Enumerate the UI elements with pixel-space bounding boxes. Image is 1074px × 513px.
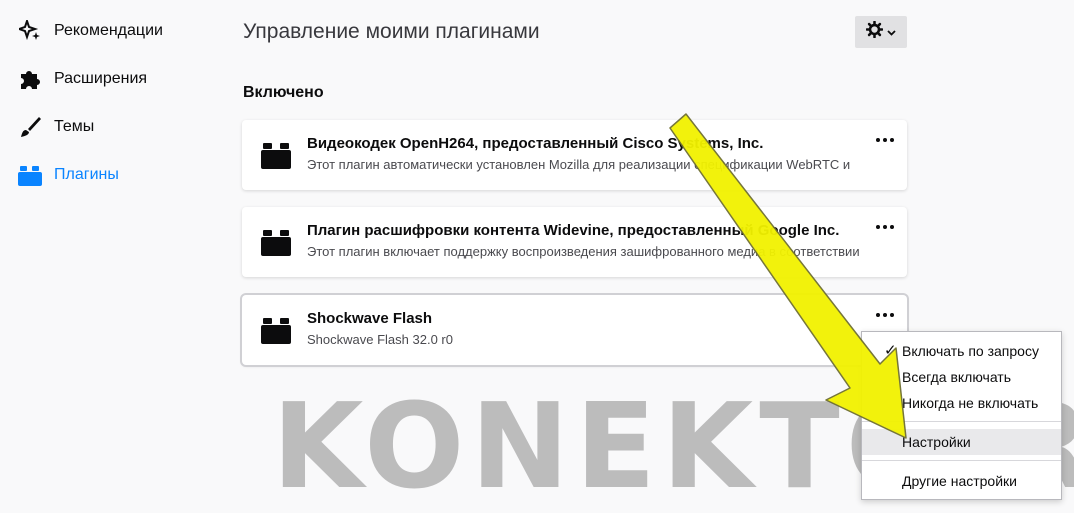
sidebar: Рекомендации Расширения Темы Плагины [0,0,220,513]
sidebar-item-label: Плагины [54,166,119,183]
menu-item-ask-to-activate[interactable]: ✓ Включать по запросу [862,338,1061,364]
brush-icon [18,115,42,139]
plugin-icon [18,163,42,187]
menu-item-more-settings[interactable]: Другие настройки [862,468,1061,494]
gear-icon [865,20,884,43]
more-options-button[interactable] [875,132,895,148]
sparkle-icon [18,19,42,43]
tools-menu-button[interactable] [855,16,907,48]
sidebar-item-extensions[interactable]: Расширения [18,64,147,94]
plugin-name: Shockwave Flash [307,310,433,327]
page-title: Управление моими плагинами [243,20,540,43]
plugin-name: Видеокодек OpenH264, предоставленный Cis… [307,135,764,152]
menu-item-never-activate[interactable]: Никогда не включать [862,390,1061,416]
plugin-card[interactable]: Видеокодек OpenH264, предоставленный Cis… [242,120,907,190]
menu-separator [862,421,1061,422]
sidebar-item-recommendations[interactable]: Рекомендации [18,16,163,46]
checkmark-icon: ✓ [884,342,897,359]
plugin-description: Этот плагин автоматически установлен Moz… [307,157,851,172]
menu-item-settings[interactable]: Настройки [862,429,1061,455]
plugin-description: Shockwave Flash 32.0 r0 [307,332,453,347]
sidebar-item-plugins[interactable]: Плагины [18,160,119,190]
sidebar-item-label: Темы [54,118,95,135]
chevron-down-icon [887,23,896,41]
menu-item-always-activate[interactable]: Всегда включать [862,364,1061,390]
sidebar-item-label: Рекомендации [54,22,163,39]
plugin-card[interactable]: Shockwave Flash Shockwave Flash 32.0 r0 [242,295,907,365]
puzzle-icon [18,67,42,91]
sidebar-item-themes[interactable]: Темы [18,112,94,142]
sidebar-item-label: Расширения [54,70,148,87]
plugin-card[interactable]: Плагин расшифровки контента Widevine, пр… [242,207,907,277]
plugin-icon [261,230,291,256]
plugin-name: Плагин расшифровки контента Widevine, пр… [307,222,840,239]
more-options-button[interactable] [875,219,895,235]
plugin-icon [261,318,291,344]
section-heading-enabled: Включено [243,84,324,101]
plugin-options-menu: ✓ Включать по запросу Всегда включать Ни… [861,331,1062,500]
plugin-description: Этот плагин включает поддержку воспроизв… [307,244,860,259]
more-options-button[interactable] [875,307,895,323]
menu-separator [862,460,1061,461]
plugin-icon [261,143,291,169]
